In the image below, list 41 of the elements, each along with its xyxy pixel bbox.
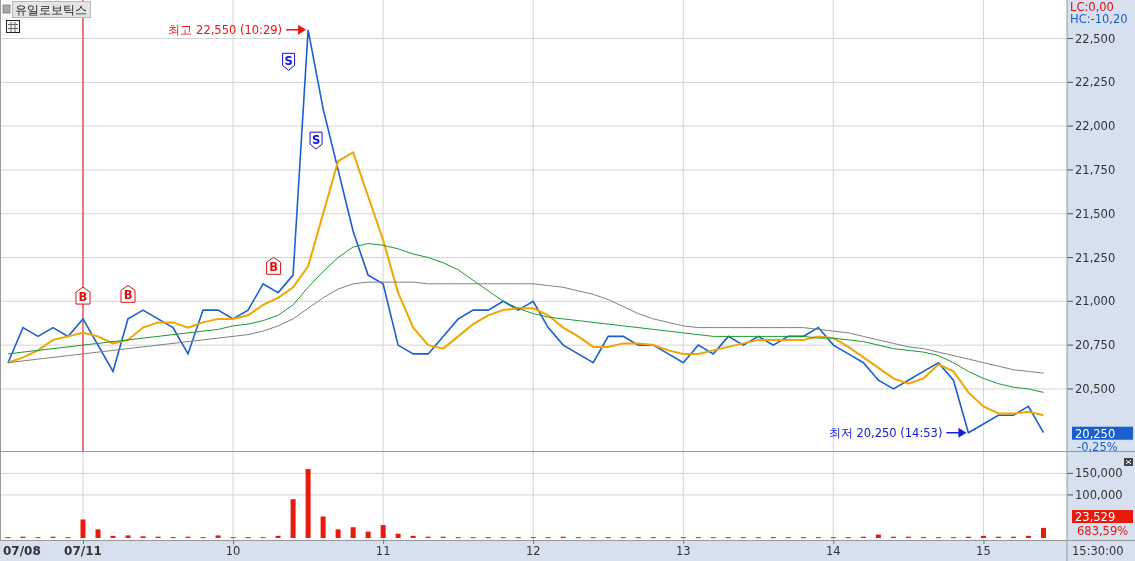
buy-signal-marker: B [120, 284, 136, 303]
date-label: 12 [525, 544, 541, 558]
time-label: 15:30:00 [1072, 544, 1124, 558]
date-label: 13 [675, 544, 691, 558]
volume-ratio-label: 683,59% [1077, 524, 1129, 538]
date-label: 07/08 [3, 544, 41, 558]
date-label: 14 [826, 544, 841, 558]
buy-signal-marker: B [75, 286, 91, 305]
sell-signal-marker: S [282, 52, 296, 71]
axis-label: 21,000 [1075, 294, 1116, 309]
annotation: B [269, 260, 278, 275]
grid-icon[interactable] [6, 20, 20, 33]
date-label: 10 [225, 544, 241, 558]
arrow-icon [945, 427, 967, 438]
hc-label: HC:-10,20 [1070, 12, 1128, 26]
axis-label: 20,500 [1075, 381, 1116, 396]
annotation: B [78, 290, 88, 305]
axis-label: 22,000 [1075, 119, 1116, 134]
date-label: 11 [375, 544, 391, 558]
axis-label: 21,500 [1075, 206, 1116, 221]
annotation: B [123, 288, 133, 303]
square-icon [2, 4, 11, 14]
axis-label: 20,750 [1075, 338, 1116, 353]
price-extreme-label: 최저 20,250 (14:53) [828, 425, 943, 440]
axis-label: 150,000 [1075, 466, 1123, 481]
chart-title: 유일로보틱스 [12, 1, 91, 18]
axis-label: 22,500 [1075, 31, 1116, 46]
last-volume-badge: 23,529 [1072, 510, 1133, 524]
lc-label: LC:0,00 [1070, 0, 1114, 14]
arrow-icon [285, 24, 307, 35]
sell-signal-marker: S [309, 131, 323, 150]
price-extreme-label: 최고 22,550 (10:29) [168, 22, 283, 37]
axis-label: 100,000 [1075, 487, 1123, 502]
price-change-label: -0,25% [1077, 439, 1118, 452]
axis-label: 21,750 [1075, 162, 1116, 177]
date-label: 07/11 [64, 544, 102, 558]
buy-signal-marker: B [266, 256, 282, 275]
close-icon[interactable] [1124, 458, 1133, 466]
axis-label: 22,250 [1075, 75, 1116, 90]
date-label: 15 [976, 544, 991, 558]
axis-label: 21,250 [1075, 250, 1116, 265]
